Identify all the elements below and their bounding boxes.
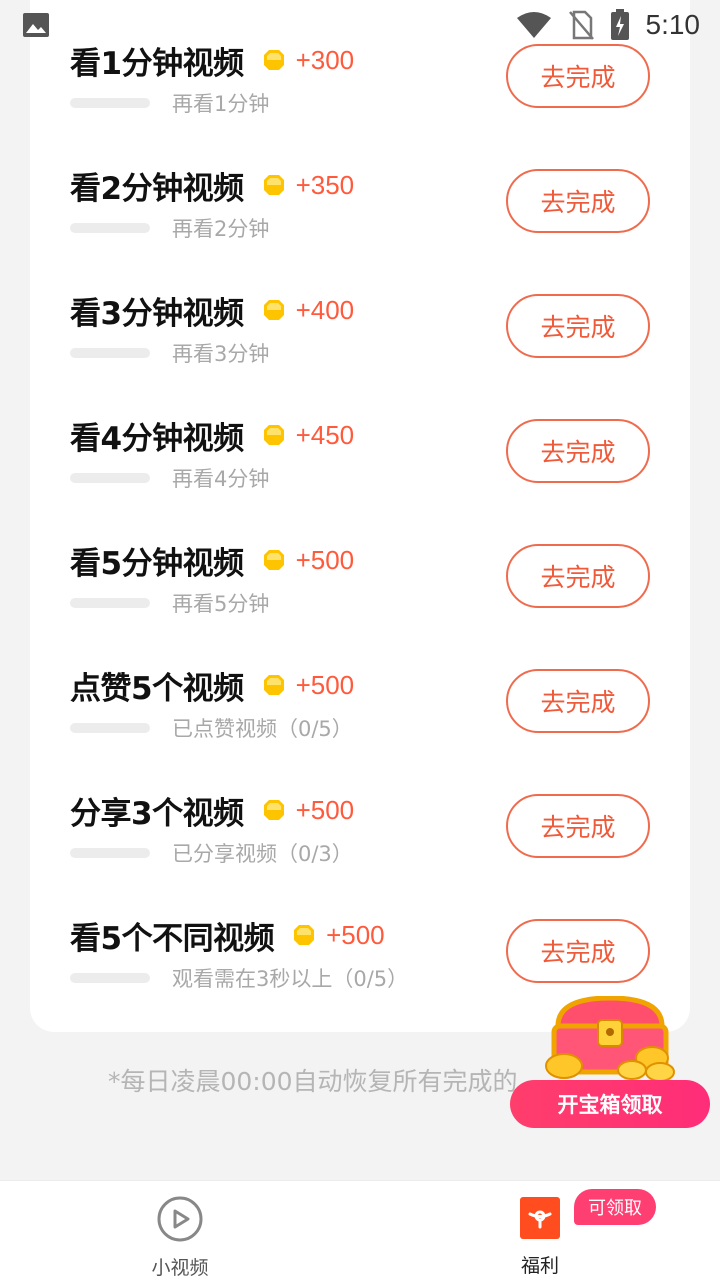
task-title: 点赞5个视频 [70,670,244,707]
task-row: 看5个不同视频 +500 观看需在3秒以上（0/5） 去完成 [30,875,690,1000]
task-row: 看3分钟视频 +400 再看3分钟 去完成 [30,250,690,375]
task-title: 看3分钟视频 [70,295,244,332]
task-row: 看2分钟视频 +350 再看2分钟 去完成 [30,125,690,250]
status-time: 5:10 [645,9,701,40]
nav-label-welfare: 福利 [520,1255,559,1277]
task-title: 看5分钟视频 [70,545,244,582]
no-sim-icon [568,10,594,40]
task-row: 分享3个视频 +500 已分享视频（0/3） 去完成 [30,750,690,875]
task-row: 点赞5个视频 +500 已点赞视频（0/5） 去完成 [30,625,690,750]
play-circle-icon [156,1195,204,1247]
progress-bar [70,598,150,608]
task-row: 看4分钟视频 +450 再看4分钟 去完成 [30,375,690,500]
bottom-nav: 小视频 福利 可领取 [0,1180,720,1280]
task-title: 看4分钟视频 [70,420,244,457]
task-subtitle: 再看3分钟 [172,342,270,366]
task-title-row: 看4分钟视频 +450 [70,415,355,457]
task-title: 分享3个视频 [70,795,244,832]
task-title-row: 分享3个视频 +500 [70,790,355,832]
reward-amount: +450 [295,419,355,450]
task-title-row: 看3分钟视频 +400 [70,290,355,332]
progress-bar [70,848,150,858]
task-subtitle: 再看2分钟 [172,217,270,241]
reward-amount: +500 [326,919,385,950]
gold-coin-icon [294,925,315,945]
task-subtitle: 再看4分钟 [172,467,270,491]
treasure-chest-widget[interactable]: 开宝箱领取 [510,996,710,1128]
go-complete-button[interactable]: 去完成 [506,169,650,233]
progress-bar [70,473,150,483]
progress-bar [70,723,150,733]
open-chest-button[interactable]: 开宝箱领取 [510,1080,710,1128]
reward-amount: +500 [295,544,355,575]
gold-coin-icon [263,425,284,445]
gold-coin-icon [263,675,284,695]
go-complete-button[interactable]: 去完成 [506,44,650,108]
reward-amount: +500 [295,794,355,825]
battery-charging-icon [610,9,630,41]
gold-coin-icon [263,550,284,570]
progress-bar [70,348,150,358]
reward-amount: +400 [295,294,355,325]
nav-label-short-video: 小视频 [151,1257,209,1279]
image-icon [22,12,50,38]
gold-coin-icon [263,800,284,820]
task-row: 看5分钟视频 +500 再看5分钟 去完成 [30,500,690,625]
gold-coin-icon [263,175,284,195]
reward-amount: +350 [295,169,355,200]
progress-bar [70,223,150,233]
gift-icon [520,1195,560,1245]
gold-coin-icon [263,300,284,320]
go-complete-button[interactable]: 去完成 [506,544,650,608]
footnote: *每日凌晨00:00自动恢复所有完成的 [108,1067,518,1096]
nav-item-short-video[interactable]: 小视频 [120,1195,240,1280]
go-complete-button[interactable]: 去完成 [506,669,650,733]
task-title-row: 看5个不同视频 +500 [70,915,385,957]
go-complete-button[interactable]: 去完成 [506,794,650,858]
task-title-row: 看5分钟视频 +500 [70,540,355,582]
task-title: 看5个不同视频 [70,920,275,957]
go-complete-button[interactable]: 去完成 [506,294,650,358]
task-subtitle: 再看5分钟 [172,592,270,616]
task-subtitle: 已分享视频（0/3） [172,842,353,866]
treasure-chest-icon [545,996,675,1082]
wifi-icon [516,11,552,39]
task-title-row: 点赞5个视频 +500 [70,665,355,707]
status-bar: 5:10 [0,0,720,50]
task-title-row: 看2分钟视频 +350 [70,165,355,207]
task-title: 看2分钟视频 [70,170,244,207]
task-subtitle: 再看1分钟 [172,92,270,116]
task-subtitle: 已点赞视频（0/5） [172,717,353,741]
gold-coin-icon [263,50,284,70]
task-subtitle: 观看需在3秒以上（0/5） [172,967,409,991]
go-complete-button[interactable]: 去完成 [506,919,650,983]
progress-bar [70,973,150,983]
go-complete-button[interactable]: 去完成 [506,419,650,483]
progress-bar [70,98,150,108]
reward-amount: +500 [295,669,355,700]
claimable-badge: 可领取 [574,1189,656,1225]
task-card: 看1分钟视频 +300 再看1分钟 去完成 看2分钟视频 +350 再看2分钟 … [30,0,690,1032]
